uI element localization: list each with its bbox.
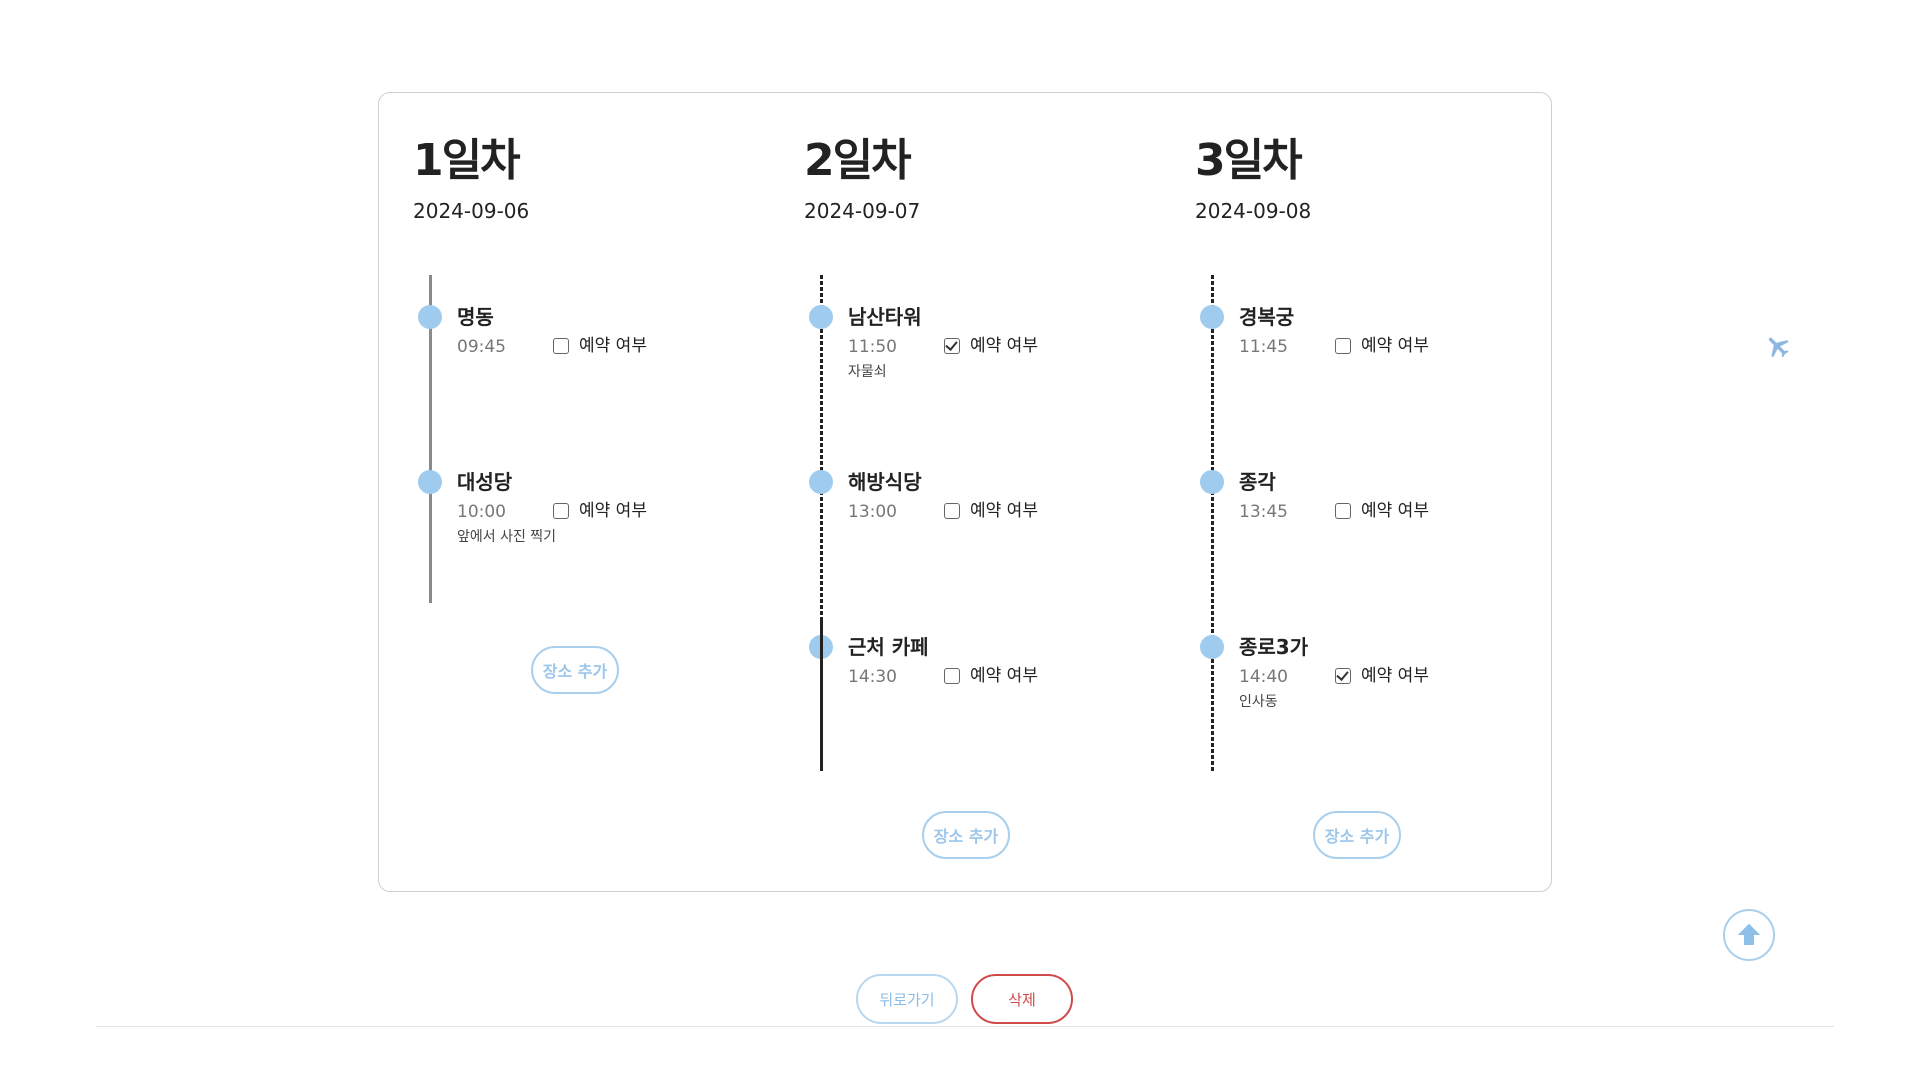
place-item[interactable]: 남산타워 11:50 예약 여부 자물쇠 — [804, 285, 1144, 405]
reservation-label: 예약 여부 — [970, 501, 1038, 521]
day-title: 3일차 — [1195, 135, 1303, 186]
reservation-label: 예약 여부 — [1361, 666, 1429, 686]
reservation-label: 예약 여부 — [579, 501, 647, 521]
place-name: 남산타워 — [848, 305, 922, 329]
place-name: 종각 — [1239, 470, 1276, 494]
reservation-toggle[interactable]: 예약 여부 — [1335, 666, 1429, 686]
place-name: 대성당 — [457, 470, 513, 494]
back-button[interactable]: 뒤로가기 — [856, 974, 958, 1024]
place-name: 근처 카페 — [848, 635, 929, 659]
reservation-checkbox[interactable] — [1335, 338, 1351, 354]
day-date: 2024-09-06 — [413, 199, 530, 223]
timeline-dot — [809, 470, 833, 494]
reservation-label: 예약 여부 — [579, 336, 647, 356]
reservation-toggle[interactable]: 예약 여부 — [553, 501, 647, 521]
day-date: 2024-09-08 — [1195, 199, 1312, 223]
itinerary-card: 1일차 2024-09-06 명동 09:45 예약 여부 대성당 10:00 … — [378, 92, 1552, 892]
reservation-toggle[interactable]: 예약 여부 — [944, 336, 1038, 356]
add-place-button[interactable]: 장소 추가 — [531, 646, 619, 694]
timeline-dot — [1200, 470, 1224, 494]
place-item[interactable]: 명동 09:45 예약 여부 — [413, 285, 753, 405]
place-time: 11:45 — [1239, 337, 1288, 357]
timeline-line-lower — [820, 617, 823, 771]
page: 1일차 2024-09-06 명동 09:45 예약 여부 대성당 10:00 … — [0, 0, 1920, 1080]
airplane-icon[interactable] — [1764, 332, 1792, 360]
place-memo: 자물쇠 — [848, 364, 887, 380]
day-column-3: 3일차 2024-09-08 경복궁 11:45 예약 여부 종각 13:45 … — [1195, 135, 1535, 859]
place-item[interactable]: 해방식당 13:00 예약 여부 — [804, 450, 1144, 570]
day-date: 2024-09-07 — [804, 199, 921, 223]
scroll-top-button[interactable] — [1723, 909, 1775, 961]
place-item[interactable]: 근처 카페 14:30 예약 여부 — [804, 615, 1144, 735]
reservation-toggle[interactable]: 예약 여부 — [1335, 501, 1429, 521]
place-time: 13:45 — [1239, 502, 1288, 522]
reservation-label: 예약 여부 — [1361, 501, 1429, 521]
day-title: 1일차 — [413, 135, 521, 186]
timeline-dot — [1200, 635, 1224, 659]
reservation-checkbox[interactable] — [1335, 503, 1351, 519]
place-item[interactable]: 경복궁 11:45 예약 여부 — [1195, 285, 1535, 405]
reservation-toggle[interactable]: 예약 여부 — [944, 666, 1038, 686]
place-time: 13:00 — [848, 502, 897, 522]
footer-divider — [96, 1026, 1834, 1027]
reservation-checkbox[interactable] — [553, 503, 569, 519]
place-time: 10:00 — [457, 502, 506, 522]
place-item[interactable]: 종각 13:45 예약 여부 — [1195, 450, 1535, 570]
reservation-checkbox[interactable] — [944, 503, 960, 519]
reservation-checkbox[interactable] — [553, 338, 569, 354]
place-time: 09:45 — [457, 337, 506, 357]
add-place-button[interactable]: 장소 추가 — [1313, 811, 1401, 859]
arrow-up-icon — [1737, 923, 1761, 945]
reservation-label: 예약 여부 — [970, 336, 1038, 356]
add-place-button[interactable]: 장소 추가 — [922, 811, 1010, 859]
reservation-toggle[interactable]: 예약 여부 — [1335, 336, 1429, 356]
place-memo: 앞에서 사진 찍기 — [457, 529, 557, 545]
day-column-2: 2일차 2024-09-07 남산타워 11:50 예약 여부 자물쇠 해방식당… — [804, 135, 1144, 859]
place-name: 경복궁 — [1239, 305, 1295, 329]
timeline-dot — [1200, 305, 1224, 329]
timeline-dot — [418, 470, 442, 494]
reservation-label: 예약 여부 — [970, 666, 1038, 686]
place-item[interactable]: 대성당 10:00 예약 여부 앞에서 사진 찍기 — [413, 450, 753, 570]
place-item[interactable]: 종로3가 14:40 예약 여부 인사동 — [1195, 615, 1535, 735]
place-time: 14:30 — [848, 667, 897, 687]
place-time: 11:50 — [848, 337, 897, 357]
place-name: 해방식당 — [848, 470, 922, 494]
timeline-dot — [418, 305, 442, 329]
day-title: 2일차 — [804, 135, 912, 186]
reservation-label: 예약 여부 — [1361, 336, 1429, 356]
timeline-dot — [809, 305, 833, 329]
place-name: 종로3가 — [1239, 635, 1309, 659]
place-time: 14:40 — [1239, 667, 1288, 687]
reservation-checkbox[interactable] — [1335, 668, 1351, 684]
place-memo: 인사동 — [1239, 694, 1278, 710]
place-name: 명동 — [457, 305, 494, 329]
reservation-checkbox[interactable] — [944, 668, 960, 684]
reservation-checkbox[interactable] — [944, 338, 960, 354]
reservation-toggle[interactable]: 예약 여부 — [944, 501, 1038, 521]
reservation-toggle[interactable]: 예약 여부 — [553, 336, 647, 356]
delete-button[interactable]: 삭제 — [971, 974, 1073, 1024]
day-column-1: 1일차 2024-09-06 명동 09:45 예약 여부 대성당 10:00 … — [413, 135, 753, 694]
